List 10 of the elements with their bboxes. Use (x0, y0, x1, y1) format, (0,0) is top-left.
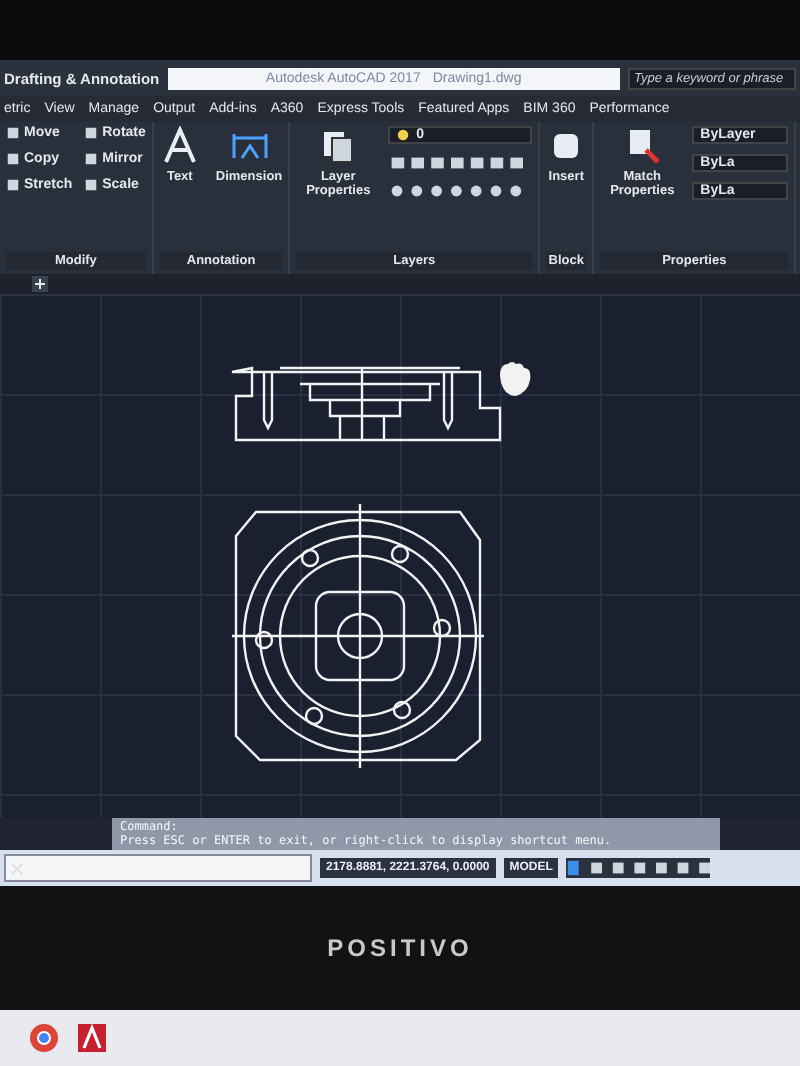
bulb-icon (396, 128, 411, 142)
hand-cursor-icon (500, 362, 531, 396)
letter-icon (159, 126, 200, 166)
plus-icon[interactable] (32, 276, 48, 292)
monitor-brand: POSITIVO (327, 934, 473, 962)
drawing-canvas[interactable] (0, 294, 800, 818)
command-input-field[interactable] (4, 854, 312, 882)
cad-app-icon[interactable] (76, 1022, 108, 1054)
browser-icon[interactable] (28, 1022, 60, 1054)
status-toolbar-icon[interactable] (566, 858, 711, 878)
